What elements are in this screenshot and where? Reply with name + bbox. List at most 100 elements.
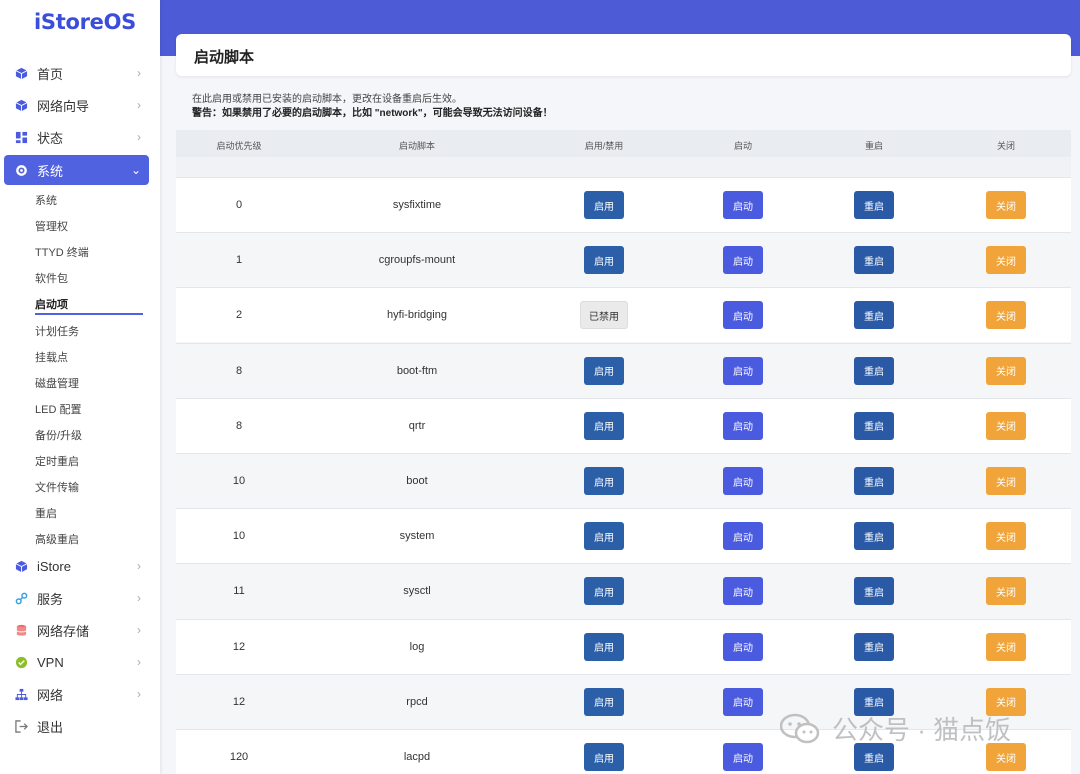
active-subitem-indicator: [35, 313, 143, 315]
link-icon: [15, 592, 28, 605]
sidebar-subitem[interactable]: LED 配置: [35, 401, 81, 417]
table-row: 11 sysctl 启用 启动 重启 关闭: [176, 563, 1071, 619]
chevron-down-icon: ⌄: [130, 163, 141, 177]
chevron-right-icon: ›: [137, 559, 141, 573]
script-name-cell: qrtr: [408, 419, 426, 432]
chevron-right-icon: ›: [137, 687, 141, 701]
cube-icon: [15, 99, 28, 112]
restart-button[interactable]: 重启: [854, 577, 894, 606]
sidebar-item-label: 网络存储: [37, 623, 90, 639]
start-button[interactable]: 启动: [723, 301, 763, 330]
chevron-right-icon: ›: [137, 623, 141, 637]
restart-button[interactable]: 重启: [854, 356, 894, 385]
table-row: 8 boot-ftm 启用 启动 重启 关闭: [176, 342, 1071, 398]
sidebar-item-label: VPN: [37, 654, 64, 670]
stop-button[interactable]: 关闭: [986, 301, 1026, 330]
sidebar-item-label: iStore: [37, 558, 71, 574]
sidebar-item-nas[interactable]: 网络存储 ›: [4, 615, 149, 645]
table-row: 12 log 启用 启动 重启 关闭: [176, 618, 1071, 674]
table-row: 2 hyfi-bridging 已禁用 启动 重启 关闭: [176, 287, 1071, 343]
restart-button[interactable]: 重启: [854, 246, 894, 275]
sidebar-subitem[interactable]: 定时重启: [35, 453, 79, 469]
restart-button[interactable]: 重启: [854, 743, 894, 771]
enable-toggle-button[interactable]: 启用: [584, 632, 624, 661]
sidebar-item-network[interactable]: 网络 ›: [4, 679, 149, 709]
sidebar-subitem[interactable]: 磁盘管理: [35, 375, 79, 391]
sidebar-subitem[interactable]: 挂载点: [35, 349, 68, 365]
restart-button[interactable]: 重启: [854, 411, 894, 440]
enable-toggle-button[interactable]: 启用: [584, 356, 624, 385]
enable-toggle-button[interactable]: 启用: [584, 687, 624, 716]
sidebar-item-label: 系统: [37, 163, 64, 179]
table-row: 0 sysfixtime 启用 启动 重启 关闭: [176, 177, 1071, 232]
restart-button[interactable]: 重启: [854, 467, 894, 495]
enable-toggle-button[interactable]: 启用: [584, 191, 624, 219]
enable-toggle-button[interactable]: 启用: [584, 411, 624, 440]
restart-button[interactable]: 重启: [854, 522, 894, 551]
start-button[interactable]: 启动: [723, 687, 763, 716]
sidebar-subitem[interactable]: 计划任务: [35, 323, 79, 339]
priority-cell: 2: [235, 309, 243, 322]
enable-toggle-button[interactable]: 已禁用: [580, 301, 628, 330]
stop-button[interactable]: 关闭: [986, 522, 1026, 551]
stop-button[interactable]: 关闭: [986, 246, 1026, 275]
sidebar-item-vpn[interactable]: VPN ›: [4, 647, 149, 677]
table-header: 启动优先级 启动脚本 启用/禁用 启动 重启 关闭: [176, 130, 1071, 157]
start-button[interactable]: 启动: [723, 411, 763, 440]
sidebar-item-system[interactable]: 系统 ⌄: [4, 155, 149, 185]
stop-button[interactable]: 关闭: [986, 743, 1026, 771]
start-button[interactable]: 启动: [723, 577, 763, 606]
sidebar-item-network-wizard[interactable]: 网络向导 ›: [4, 90, 149, 120]
sidebar-subitem[interactable]: 系统: [35, 192, 57, 208]
page-warning: 警告：如果禁用了必要的启动脚本，比如 "network"，可能会导致无法访问设备…: [192, 108, 553, 119]
start-button[interactable]: 启动: [723, 522, 763, 551]
sidebar-item-istore[interactable]: iStore ›: [4, 551, 149, 581]
sidebar-item-label: 网络: [37, 687, 64, 703]
sidebar-subitem[interactable]: 管理权: [35, 218, 68, 234]
sidebar-item-logout[interactable]: 退出: [4, 711, 149, 741]
sidebar-subitem[interactable]: 备份/升级: [35, 427, 82, 443]
sidebar-subitem[interactable]: 软件包: [35, 270, 68, 286]
sidebar-subitem[interactable]: TTYD 终端: [35, 244, 89, 260]
table-row: 10 system 启用 启动 重启 关闭: [176, 508, 1071, 564]
cube-icon: [15, 560, 28, 573]
stop-button[interactable]: 关闭: [986, 467, 1026, 495]
sidebar-item-services[interactable]: 服务 ›: [4, 583, 149, 613]
priority-cell: 8: [235, 419, 243, 432]
start-button[interactable]: 启动: [723, 246, 763, 275]
priority-cell: 11: [233, 585, 245, 598]
stop-button[interactable]: 关闭: [986, 191, 1026, 219]
enable-toggle-button[interactable]: 启用: [584, 246, 624, 275]
start-button[interactable]: 启动: [723, 191, 763, 219]
network-icon: [15, 688, 28, 701]
priority-cell: 0: [235, 199, 243, 211]
enable-toggle-button[interactable]: 启用: [584, 522, 624, 551]
sidebar-subitem[interactable]: 文件传输: [35, 479, 79, 495]
restart-button[interactable]: 重启: [854, 301, 894, 330]
page-title: 启动脚本: [176, 34, 1071, 76]
restart-button[interactable]: 重启: [854, 191, 894, 219]
start-button[interactable]: 启动: [723, 467, 763, 495]
sidebar-subitem[interactable]: 重启: [35, 505, 57, 521]
sidebar-subitem[interactable]: 启动项: [35, 296, 68, 312]
start-button[interactable]: 启动: [723, 356, 763, 385]
start-button[interactable]: 启动: [723, 743, 763, 771]
restart-button[interactable]: 重启: [854, 632, 894, 661]
sidebar-subitem[interactable]: 高级重启: [35, 531, 79, 547]
priority-cell: 120: [229, 751, 249, 763]
table-spacer: [176, 157, 1071, 177]
script-name-cell: hyfi-bridging: [387, 309, 447, 322]
stop-button[interactable]: 关闭: [986, 632, 1026, 661]
header-priority: 启动优先级: [216, 141, 262, 151]
start-button[interactable]: 启动: [723, 632, 763, 661]
stop-button[interactable]: 关闭: [986, 356, 1026, 385]
sidebar-item-status[interactable]: 状态 ›: [4, 122, 149, 152]
stop-button[interactable]: 关闭: [986, 411, 1026, 440]
stop-button[interactable]: 关闭: [986, 577, 1026, 606]
sidebar-item-home[interactable]: 首页 ›: [4, 58, 149, 88]
enable-toggle-button[interactable]: 启用: [584, 743, 624, 771]
app-logo[interactable]: iStoreOS: [0, 0, 160, 50]
enable-toggle-button[interactable]: 启用: [584, 467, 624, 495]
enable-toggle-button[interactable]: 启用: [584, 577, 624, 606]
sidebar-item-label: 退出: [37, 719, 64, 735]
